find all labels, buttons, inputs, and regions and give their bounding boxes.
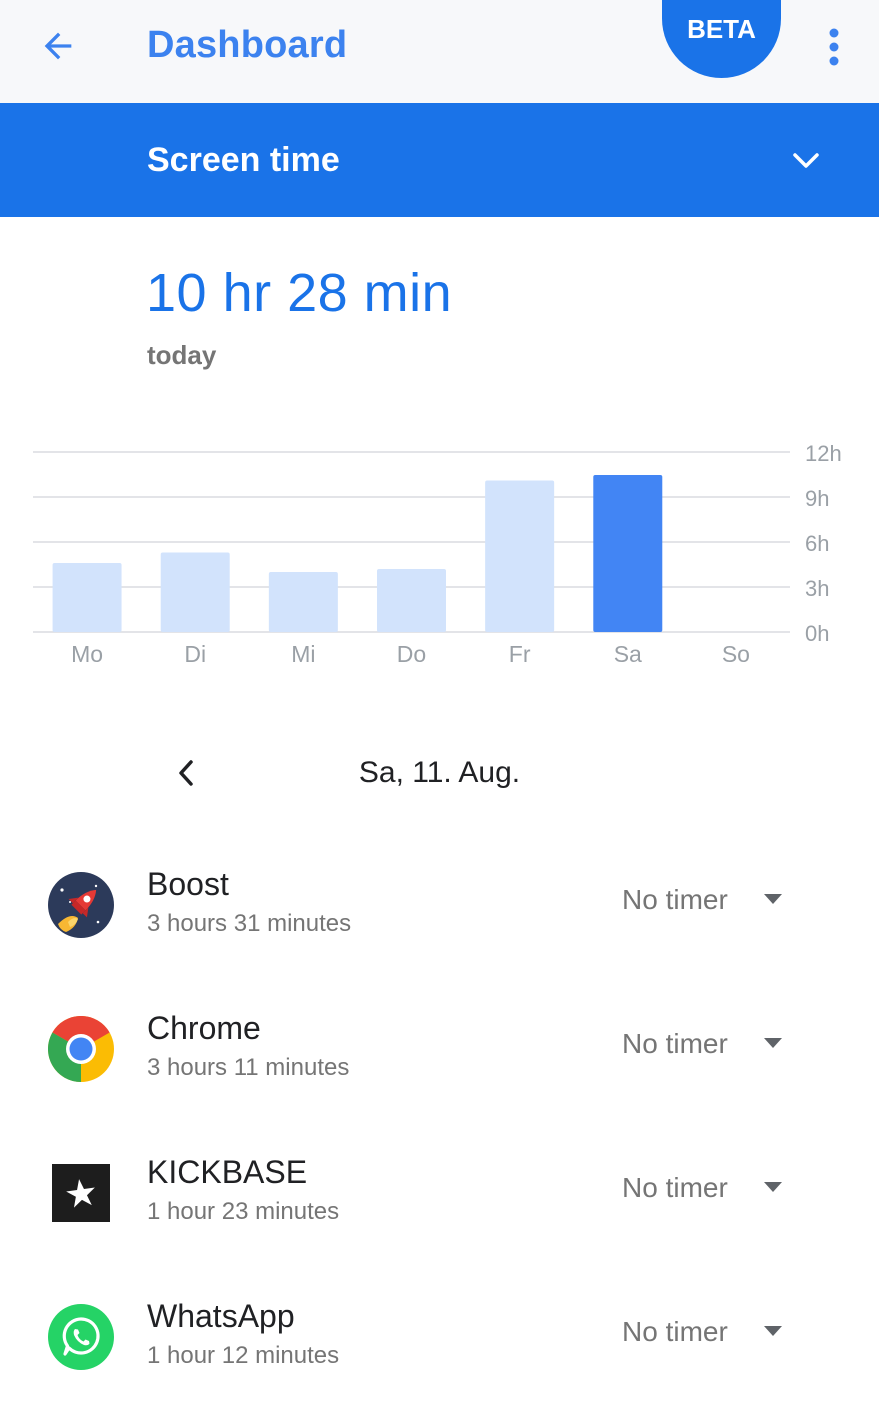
timer-dropdown[interactable]: No timer [622, 878, 802, 922]
bar-di[interactable] [160, 552, 230, 633]
app-row-kickbase[interactable]: KICKBASE 1 hour 23 minutes No timer [0, 1154, 879, 1274]
y-tick-label: 0h [805, 621, 829, 646]
app-row-chrome[interactable]: Chrome 3 hours 11 minutes No timer [0, 1010, 879, 1130]
x-tick-label: Sa [614, 641, 642, 667]
bar-do[interactable] [377, 569, 446, 632]
dropdown-arrow-icon [764, 1182, 782, 1192]
app-name: Boost [147, 866, 229, 902]
app-usage-time: 1 hour 23 minutes [147, 1198, 340, 1225]
more-vert-icon [829, 28, 839, 66]
total-screen-time: 10 hr 28 min [146, 263, 453, 323]
timer-dropdown[interactable]: No timer [622, 1022, 802, 1066]
chevron-down-icon [784, 139, 828, 183]
timer-dropdown[interactable]: No timer [622, 1310, 802, 1354]
whatsapp-icon [48, 1304, 114, 1370]
back-button[interactable] [30, 18, 86, 74]
beta-badge-label: BETA [687, 13, 756, 44]
dropdown-arrow-icon [764, 1038, 782, 1048]
timer-label: No timer [622, 1172, 728, 1203]
app-bar: Dashboard BETA [0, 0, 879, 103]
bar-mi[interactable] [268, 572, 338, 632]
y-tick-label: 9h [805, 486, 829, 511]
app-usage-time: 1 hour 12 minutes [147, 1342, 340, 1369]
y-tick-label: 6h [805, 531, 829, 556]
total-period-label: today [147, 340, 217, 370]
app-name: Chrome [147, 1010, 261, 1046]
x-tick-label: Do [397, 641, 426, 667]
weekly-usage-chart: 12h 9h 6h 3h 0h Mo Di Mi Do Fr Sa So [33, 441, 842, 667]
app-row-whatsapp[interactable]: WhatsApp 1 hour 12 minutes No timer [0, 1298, 879, 1418]
y-tick-label: 3h [805, 576, 829, 601]
selected-date: Sa, 11. Aug. [358, 756, 521, 789]
app-row-boost[interactable]: Boost 3 hours 31 minutes No timer [0, 866, 879, 986]
timer-dropdown[interactable]: No timer [622, 1166, 802, 1210]
timer-label: No timer [622, 884, 728, 915]
timer-label: No timer [622, 1316, 728, 1347]
x-tick-label: So [722, 641, 750, 667]
section-selector[interactable]: Screen time [0, 103, 879, 217]
page-title: Dashboard [147, 24, 348, 66]
dropdown-arrow-icon [764, 894, 782, 904]
x-tick-label: Mi [291, 641, 315, 667]
more-options-button[interactable] [812, 20, 856, 74]
bar-fr[interactable] [485, 480, 555, 633]
boost-rocket-icon [48, 872, 114, 938]
x-tick-label: Fr [509, 641, 531, 667]
bar-mo[interactable] [52, 563, 122, 632]
app-usage-time: 3 hours 11 minutes [147, 1054, 350, 1081]
app-name: KICKBASE [147, 1154, 308, 1190]
y-tick-label: 12h [805, 441, 842, 466]
kickbase-icon [52, 1164, 110, 1222]
bar-sa[interactable] [593, 474, 663, 632]
section-title: Screen time [147, 141, 340, 179]
beta-badge: BETA [662, 0, 781, 78]
app-name: WhatsApp [147, 1298, 295, 1334]
arrow-back-icon [44, 32, 72, 60]
app-usage-time: 3 hours 31 minutes [147, 910, 352, 937]
x-tick-label: Di [184, 641, 206, 667]
timer-label: No timer [622, 1028, 728, 1059]
x-tick-label: Mo [71, 641, 103, 667]
chrome-icon [48, 1016, 114, 1082]
dropdown-arrow-icon [764, 1326, 782, 1336]
